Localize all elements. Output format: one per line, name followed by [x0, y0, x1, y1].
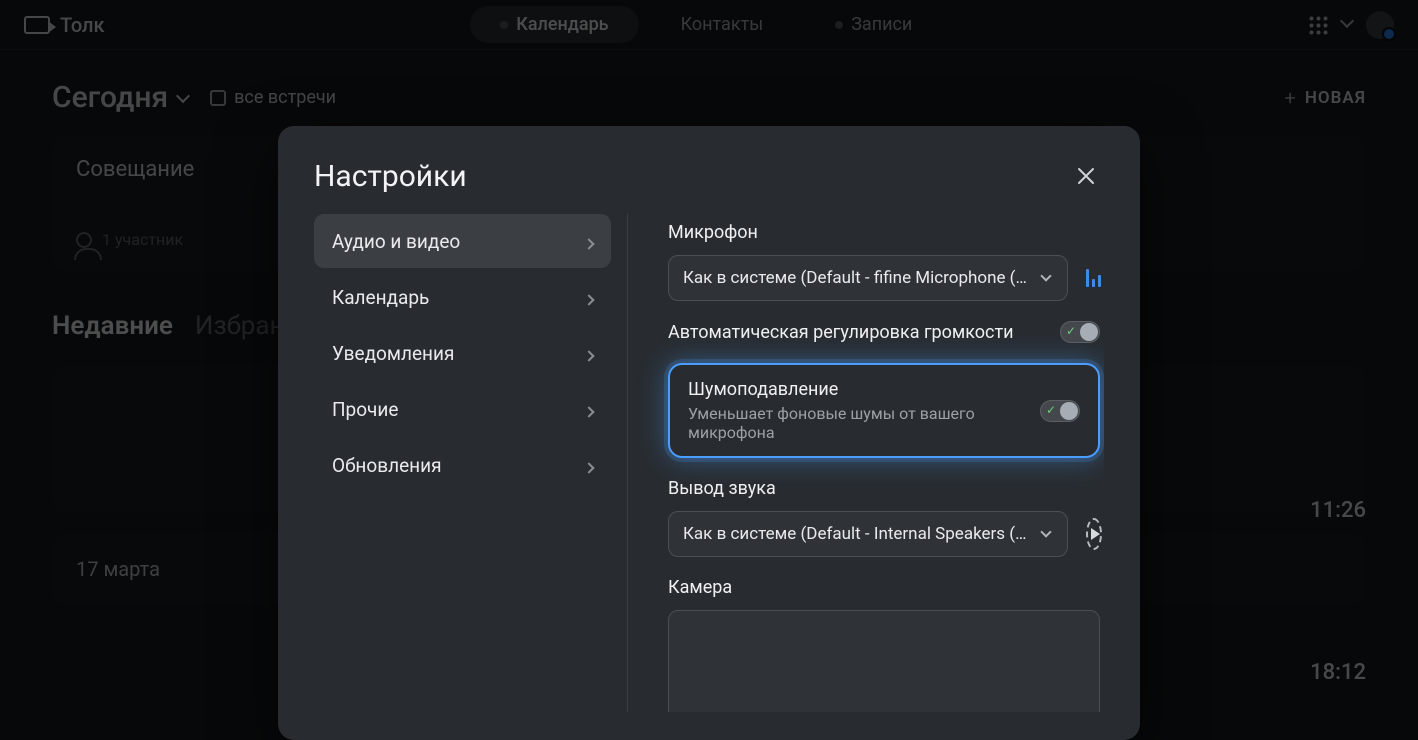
- close-button[interactable]: [1068, 158, 1104, 194]
- chevron-right-icon: [585, 454, 593, 477]
- sidebar-item-other[interactable]: Прочие: [314, 382, 611, 436]
- group-microphone: Микрофон Как в системе (Default - fifine…: [668, 222, 1100, 301]
- check-icon: ✓: [1044, 403, 1058, 417]
- output-select-row: Как в системе (Default - Internal Speake…: [668, 511, 1100, 557]
- camera-label: Камера: [668, 577, 1100, 598]
- camera-select[interactable]: HD-камера FaceTime (встроенная) (05ac:85…: [668, 610, 1100, 712]
- output-label: Вывод звука: [668, 478, 1100, 499]
- mic-label: Микрофон: [668, 222, 1100, 243]
- chevron-right-icon: [585, 230, 593, 253]
- close-icon: [1074, 164, 1098, 188]
- noise-text: Шумоподавление Уменьшает фоновые шумы от…: [688, 379, 1020, 442]
- sidebar-item-calendar[interactable]: Календарь: [314, 270, 611, 324]
- sidebar-item-audio-video[interactable]: Аудио и видео: [314, 214, 611, 268]
- settings-sidebar: Аудио и видео Календарь Уведомления Проч…: [314, 214, 628, 712]
- group-output: Вывод звука Как в системе (Default - Int…: [668, 478, 1100, 557]
- sidebar-item-notifications[interactable]: Уведомления: [314, 326, 611, 380]
- toggle-knob: [1080, 323, 1098, 341]
- sidebar-item-label: Календарь: [332, 286, 429, 309]
- noise-label: Шумоподавление: [688, 379, 1020, 400]
- chevron-down-icon: [1039, 527, 1053, 541]
- toggle-knob: [1060, 402, 1078, 420]
- mic-level-icon: [1086, 269, 1104, 287]
- sidebar-item-label: Уведомления: [332, 342, 454, 365]
- modal-body: Аудио и видео Календарь Уведомления Проч…: [314, 214, 1104, 712]
- output-select[interactable]: Как в системе (Default - Internal Speake…: [668, 511, 1068, 557]
- sidebar-item-label: Аудио и видео: [332, 230, 460, 253]
- row-agc: Автоматическая регулировка громкости ✓: [668, 321, 1100, 343]
- noise-desc: Уменьшает фоновые шумы от вашего микрофо…: [688, 404, 1020, 442]
- mic-select-row: Как в системе (Default - fifine Micropho…: [668, 255, 1100, 301]
- agc-toggle[interactable]: ✓: [1060, 321, 1100, 343]
- check-icon: ✓: [1064, 324, 1078, 338]
- modal-header: Настройки: [314, 158, 1104, 214]
- chevron-right-icon: [585, 286, 593, 309]
- sidebar-item-label: Обновления: [332, 454, 442, 477]
- chevron-right-icon: [585, 342, 593, 365]
- group-camera: Камера HD-камера FaceTime (встроенная) (…: [668, 577, 1100, 712]
- agc-label: Автоматическая регулировка громкости: [668, 322, 1014, 343]
- chevron-down-icon: [1039, 271, 1053, 285]
- sidebar-item-updates[interactable]: Обновления: [314, 438, 611, 492]
- chevron-right-icon: [585, 398, 593, 421]
- mic-select-value: Как в системе (Default - fifine Micropho…: [683, 268, 1027, 288]
- row-noise-suppression: Шумоподавление Уменьшает фоновые шумы от…: [668, 363, 1100, 458]
- mic-select[interactable]: Как в системе (Default - fifine Micropho…: [668, 255, 1068, 301]
- sidebar-item-label: Прочие: [332, 398, 398, 421]
- play-icon: [1091, 528, 1100, 540]
- settings-modal: Настройки Аудио и видео Календарь Уведом…: [278, 126, 1140, 740]
- noise-toggle[interactable]: ✓: [1040, 400, 1080, 422]
- modal-title: Настройки: [314, 159, 467, 194]
- output-select-value: Как в системе (Default - Internal Speake…: [683, 524, 1027, 544]
- test-sound-button[interactable]: [1086, 518, 1102, 550]
- settings-panel: Микрофон Как в системе (Default - fifine…: [628, 214, 1104, 712]
